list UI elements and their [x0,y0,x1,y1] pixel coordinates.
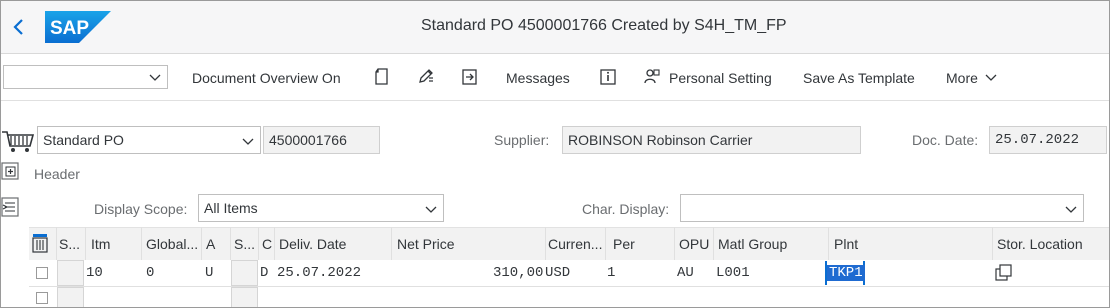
supplier-field[interactable]: ROBINSON Robinson Carrier [562,126,861,154]
column-header[interactable]: S... [59,236,80,252]
cell-per[interactable]: 1 [607,265,615,281]
status-cell[interactable] [231,260,258,286]
cell-opu[interactable]: AU [677,265,694,281]
cell-c[interactable]: D [260,265,268,281]
other-object-icon[interactable] [461,67,479,87]
column-header[interactable]: Stor. Location [997,236,1083,252]
select-all-icon[interactable] [31,232,49,254]
document-icon[interactable] [373,67,391,87]
row-select-checkbox[interactable] [36,292,48,304]
chevron-down-icon [985,74,997,81]
header-section-label[interactable]: Header [34,166,80,182]
column-header[interactable]: Net Price [397,236,455,252]
plnt-cell-focus[interactable]: TKP1 [825,261,865,285]
expand-header-icon[interactable] [1,160,21,182]
doc-date-field[interactable]: 25.07.2022 [989,126,1107,154]
shopping-cart-icon[interactable] [1,125,35,155]
doc-date-label: Doc. Date: [912,132,979,148]
table-row[interactable] [29,287,1109,307]
po-type-value: Standard PO [43,132,124,148]
column-header[interactable]: Global... [146,236,198,252]
supplier-label: Supplier: [494,132,550,148]
status-cell[interactable] [231,287,258,307]
char-display-label: Char. Display: [582,201,670,217]
save-as-template-button[interactable]: Save As Template [803,70,915,86]
page-title: Standard PO 4500001766 Created by S4H_TM… [421,17,787,34]
table-row[interactable]: 10 0 U D 25.07.2022 310,00 USD 1 AU L001… [29,260,1109,287]
column-header[interactable]: OPU [679,236,709,252]
value-help-icon[interactable] [995,264,1013,282]
chevron-down-icon [149,74,161,81]
char-display-select[interactable] [680,194,1084,222]
toolbar: Document Overview On Messages Personal S… [1,54,1109,101]
column-header[interactable]: Matl Group [718,236,787,252]
title-bar: SAP Standard PO 4500001766 Created by S4… [1,1,1109,54]
cell-plnt[interactable]: TKP1 [827,265,865,281]
column-header[interactable]: Per [613,236,635,252]
edit-icon[interactable] [417,67,435,87]
back-arrow-icon [13,19,23,35]
messages-button[interactable]: Messages [506,70,570,86]
items-table-header: S... Itm Global... A S... C Deliv. Date … [29,227,1109,261]
cell-currency[interactable]: USD [545,265,570,281]
status-cell[interactable] [57,287,84,307]
cell-deliv-date[interactable]: 25.07.2022 [277,265,361,281]
column-header[interactable]: A [206,236,215,252]
display-scope-label: Display Scope: [94,201,188,217]
column-header[interactable]: Itm [91,236,110,252]
info-icon[interactable] [599,67,617,87]
display-scope-select[interactable]: All Items [198,194,444,222]
column-header[interactable]: Deliv. Date [279,236,346,252]
cell-a[interactable]: U [205,265,213,281]
row-select-checkbox[interactable] [36,267,48,279]
toolbar-dropdown[interactable] [3,65,168,89]
item-overview-icon[interactable] [1,195,21,219]
chevron-down-icon [1065,206,1077,213]
column-header[interactable]: S... [234,236,255,252]
back-button[interactable] [9,13,29,41]
personal-setting-icon[interactable] [643,67,661,87]
column-header[interactable]: C [262,236,272,252]
display-scope-value: All Items [204,200,258,216]
chevron-down-icon [425,206,437,213]
personal-setting-button[interactable]: Personal Setting [669,70,772,86]
more-label: More [946,70,978,86]
cell-global[interactable]: 0 [146,265,154,281]
cell-net-price[interactable]: 310,00 [493,265,543,281]
more-button[interactable]: More [946,70,997,86]
cell-itm[interactable]: 10 [86,265,103,281]
column-header[interactable]: Plnt [834,236,858,252]
status-cell[interactable] [57,260,84,286]
chevron-down-icon [242,138,254,145]
po-window: SAP Standard PO 4500001766 Created by S4… [0,0,1110,308]
sap-logo: SAP [45,11,111,43]
column-header[interactable]: Curren... [548,236,602,252]
po-number-field[interactable]: 4500001766 [263,126,380,154]
cell-matl-group[interactable]: L001 [716,265,750,281]
po-type-select[interactable]: Standard PO [37,126,261,154]
document-overview-button[interactable]: Document Overview On [192,70,341,86]
svg-text:SAP: SAP [50,18,89,39]
